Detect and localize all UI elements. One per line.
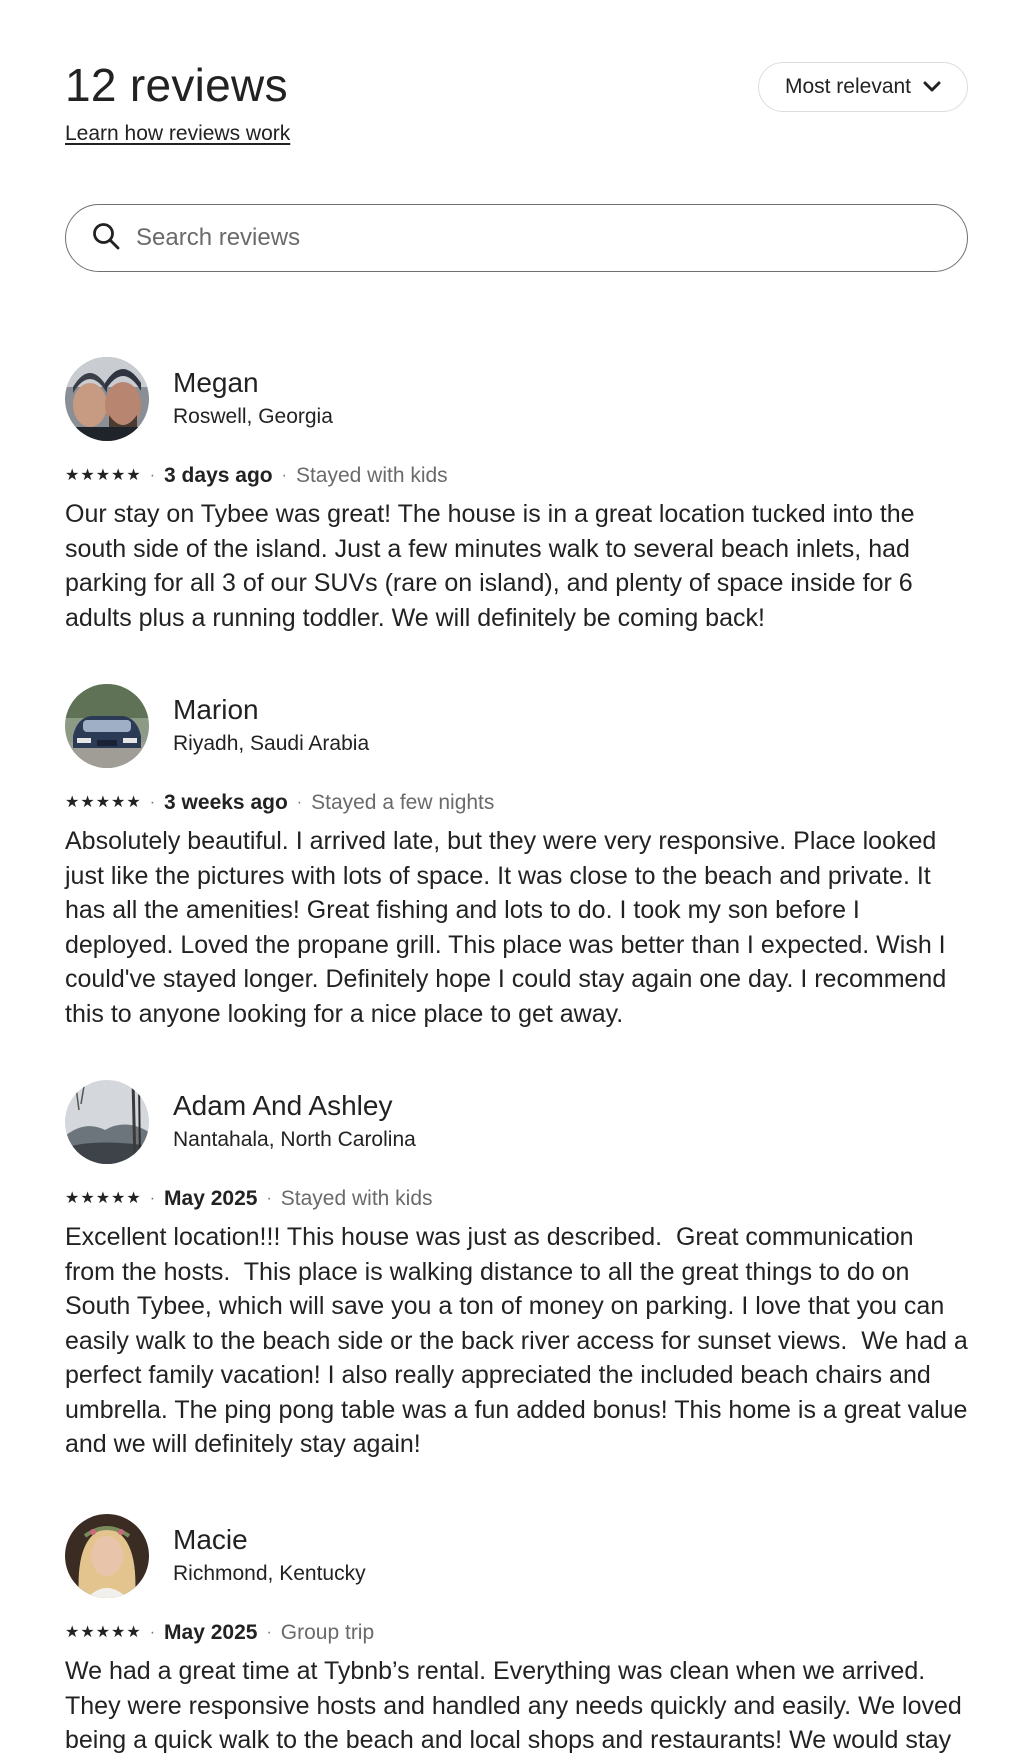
reviewer-location: Richmond, Kentucky: [173, 1562, 366, 1585]
avatar[interactable]: [65, 357, 149, 441]
sort-label: Most relevant: [784, 75, 912, 98]
star-icon: ★: [80, 794, 95, 811]
separator-dot: ·: [266, 1624, 272, 1641]
trip-type: Stayed with kids: [295, 464, 448, 487]
separator-dot: ·: [149, 467, 156, 484]
reviewer-info: Macie Richmond, Kentucky: [65, 1514, 968, 1598]
review-text: Our stay on Tybee was great! The house i…: [65, 500, 922, 632]
trip-type: Stayed with kids: [280, 1187, 433, 1210]
star-rating: ★ ★ ★ ★ ★: [65, 1625, 141, 1641]
review-meta: ★ ★ ★ ★ ★ · 3 weeks ago · Stayed a few night…: [65, 788, 968, 818]
star-icon: ★: [95, 1624, 111, 1641]
reviewer-name: Marion: [173, 694, 259, 725]
star-rating: ★ ★ ★ ★ ★: [65, 1191, 141, 1207]
separator-dot: ·: [281, 467, 287, 484]
page-title: 12 reviews: [65, 59, 288, 111]
avatar[interactable]: [65, 1514, 149, 1598]
review-item: Adam And Ashley Nantahala, North Carolin…: [65, 1080, 968, 1462]
star-rating: ★ ★ ★ ★ ★: [65, 795, 141, 811]
reviewer-name: Adam And Ashley: [173, 1090, 393, 1121]
star-rating: ★ ★ ★ ★ ★: [65, 468, 141, 484]
reviews-page: 12 reviews Learn how reviews work Most r…: [0, 0, 1024, 1759]
learn-how-reviews-work-link[interactable]: Learn how reviews work: [65, 122, 290, 146]
chevron-down-icon: [923, 75, 941, 99]
separator-dot: ·: [266, 1190, 272, 1207]
review-date: 3 weeks ago: [164, 791, 288, 814]
separator-dot: ·: [149, 1624, 156, 1641]
review-item: Macie Richmond, Kentucky ★ ★ ★ ★ ★ · May 202…: [65, 1514, 968, 1758]
review-text: Excellent location!!! This house was jus…: [65, 1223, 975, 1458]
review-text: We had a great time at Tybnb’s rental. E…: [65, 1657, 969, 1754]
star-icon: ★: [80, 1190, 95, 1207]
reviewer-location: Nantahala, North Carolina: [173, 1128, 416, 1151]
search-icon: [92, 222, 120, 255]
star-icon: ★: [65, 467, 80, 484]
trip-type: Group trip: [280, 1621, 375, 1644]
reviewer-location: Roswell, Georgia: [173, 405, 333, 428]
search-reviews-field[interactable]: [65, 204, 968, 272]
avatar[interactable]: [65, 684, 149, 768]
sort-dropdown[interactable]: Most relevant: [758, 62, 968, 112]
star-icon: ★: [111, 1624, 126, 1641]
review-text: Absolutely beautiful. I arrived late, bu…: [65, 827, 954, 1028]
star-icon: ★: [80, 467, 95, 484]
star-icon: ★: [95, 794, 111, 811]
star-icon: ★: [111, 1190, 126, 1207]
separator-dot: ·: [149, 794, 156, 811]
separator-dot: ·: [149, 1190, 156, 1207]
avatar[interactable]: [65, 1080, 149, 1164]
review-date: May 2025: [164, 1187, 258, 1210]
review-meta: ★ ★ ★ ★ ★ · 3 days ago · Stayed with kids: [65, 461, 968, 491]
review-date: 3 days ago: [164, 464, 273, 487]
star-icon: ★: [111, 794, 126, 811]
review-meta: ★ ★ ★ ★ ★ · May 2025 · Group trip: [65, 1618, 968, 1648]
star-icon: ★: [126, 467, 141, 484]
review-item: Marion Riyadh, Saudi Arabia ★ ★ ★ ★ ★ · 3 we…: [65, 684, 968, 1031]
star-icon: ★: [65, 1190, 80, 1207]
review-meta: ★ ★ ★ ★ ★ · May 2025 · Stayed with kids: [65, 1184, 968, 1214]
star-icon: ★: [111, 467, 126, 484]
separator-dot: ·: [296, 794, 303, 811]
reviewer-info: Marion Riyadh, Saudi Arabia: [65, 684, 968, 768]
reviewer-location: Riyadh, Saudi Arabia: [173, 732, 370, 755]
reviewer-name: Megan: [173, 367, 259, 398]
reviewer-info: Adam And Ashley Nantahala, North Carolin…: [65, 1080, 968, 1164]
star-icon: ★: [126, 1190, 141, 1207]
search-input[interactable]: [134, 223, 938, 253]
star-icon: ★: [80, 1624, 95, 1641]
star-icon: ★: [65, 1624, 80, 1641]
review-item: Megan Roswell, Georgia ★ ★ ★ ★ ★ · 3 days ag…: [65, 357, 968, 635]
star-icon: ★: [126, 1624, 141, 1641]
reviewer-name: Macie: [173, 1524, 248, 1555]
star-icon: ★: [65, 794, 80, 811]
reviewer-info: Megan Roswell, Georgia: [65, 357, 968, 441]
star-icon: ★: [95, 467, 111, 484]
review-date: May 2025: [164, 1621, 258, 1644]
star-icon: ★: [126, 794, 141, 811]
star-icon: ★: [95, 1190, 111, 1207]
trip-type: Stayed a few nights: [311, 791, 495, 814]
reviews-header: 12 reviews Learn how reviews work Most r…: [65, 58, 968, 158]
